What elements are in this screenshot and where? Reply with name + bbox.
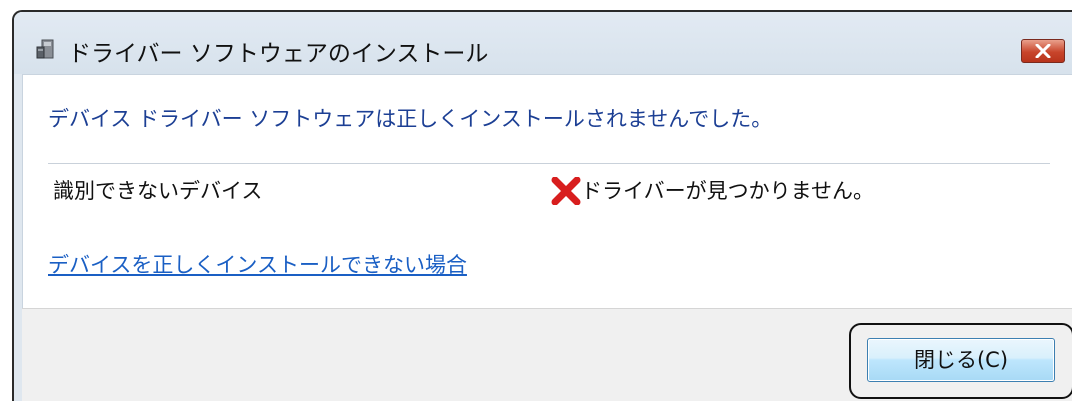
device-name: 識別できないデバイス	[53, 179, 263, 203]
help-link[interactable]: デバイスを正しくインストールできない場合	[48, 249, 467, 279]
dialog-footer: 閉じる(C)	[22, 308, 1072, 401]
close-icon	[1035, 44, 1051, 58]
error-heading: デバイス ドライバー ソフトウェアは正しくインストールされませんでした。	[48, 107, 773, 131]
window-close-button[interactable]	[1021, 39, 1065, 63]
divider	[48, 163, 1050, 164]
close-button[interactable]: 閉じる(C)	[867, 338, 1055, 382]
title-bar[interactable]: ドライバー ソフトウェアのインストール	[14, 12, 1072, 74]
install-dialog: ドライバー ソフトウェアのインストール デバイス ドライバー ソフトウェアは正し…	[12, 10, 1072, 401]
window-title: ドライバー ソフトウェアのインストール	[68, 41, 489, 67]
device-install-icon	[34, 38, 56, 60]
dialog-content: デバイス ドライバー ソフトウェアは正しくインストールされませんでした。 識別で…	[22, 74, 1072, 308]
error-x-icon	[551, 176, 581, 206]
status-text: ドライバーが見つかりません。	[581, 179, 874, 203]
